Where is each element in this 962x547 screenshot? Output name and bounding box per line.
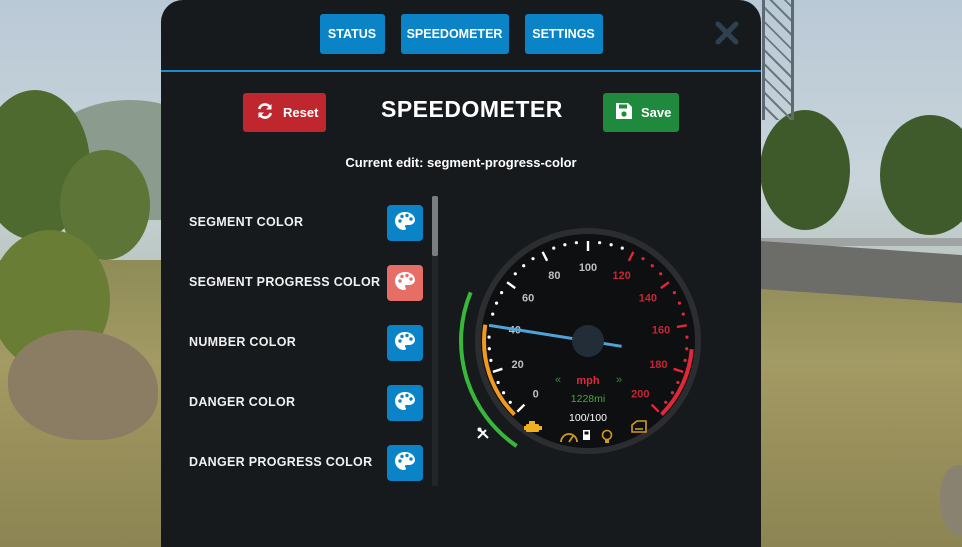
minor-tick (574, 241, 578, 245)
tools-icon (477, 427, 489, 439)
tab-settings[interactable]: SETTINGS (524, 14, 603, 54)
setting-row-danger-color: DANGER COLOR (189, 385, 429, 421)
close-icon[interactable] (714, 20, 740, 46)
minor-tick (489, 358, 493, 362)
scale-number: 200 (631, 388, 649, 400)
minor-tick (681, 312, 685, 316)
minor-tick (677, 301, 682, 305)
current-edit-text: Current edit: segment-progress-color (345, 155, 577, 170)
minor-tick (522, 264, 526, 268)
reset-label: Reset (283, 105, 319, 120)
minor-tick (531, 257, 535, 261)
minor-tick (496, 380, 500, 385)
scale-number: 120 (612, 270, 630, 282)
tab-status[interactable]: STATUS (319, 14, 385, 54)
palette-button[interactable] (387, 325, 423, 361)
minor-tick (650, 264, 654, 268)
scale-number: 180 (649, 359, 667, 371)
minor-tick (659, 272, 663, 276)
minor-tick (501, 391, 506, 395)
refresh-icon (255, 101, 275, 124)
scale-number: 140 (639, 293, 657, 305)
minor-tick (683, 358, 687, 362)
minor-tick (620, 246, 624, 250)
scale-number: 0 (533, 388, 539, 400)
minor-tick (685, 347, 689, 351)
setting-row-number-color: NUMBER COLOR (189, 325, 429, 361)
minor-tick (685, 335, 689, 339)
right-arrows: » (616, 374, 622, 386)
reset-button[interactable]: Reset (243, 93, 326, 132)
minor-tick (609, 243, 613, 247)
minor-tick (500, 291, 504, 295)
minor-tick (513, 272, 517, 276)
minor-tick (491, 312, 495, 316)
palette-icon (394, 331, 416, 355)
speedometer-settings-panel: STATUS SPEEDOMETER SETTINGS Reset SPEEDO… (161, 0, 761, 547)
header-divider (161, 70, 761, 72)
speedometer-preview: 020406080100120140160180200 « » mph 1228… (459, 228, 701, 454)
minor-tick (552, 246, 556, 250)
floppy-disk-icon (615, 102, 633, 123)
setting-label: DANGER COLOR (189, 395, 296, 409)
palette-icon (394, 271, 416, 295)
save-label: Save (641, 105, 672, 120)
setting-label: SEGMENT PROGRESS COLOR (189, 275, 381, 289)
tree (760, 110, 850, 230)
scrollbar-thumb[interactable] (432, 196, 438, 256)
left-arrows: « (555, 374, 561, 386)
speed-unit: mph (576, 375, 600, 387)
scale-number: 60 (522, 293, 534, 305)
scale-number: 160 (652, 324, 670, 336)
setting-label: NUMBER COLOR (189, 335, 297, 349)
minor-tick (641, 257, 645, 261)
palette-icon (394, 391, 416, 415)
scale-number: 20 (511, 359, 523, 371)
minor-tick (672, 291, 676, 295)
minor-tick (664, 400, 668, 404)
setting-row-segment-color: SEGMENT COLOR (189, 205, 429, 241)
palette-icon (394, 211, 416, 235)
minor-tick (598, 241, 602, 245)
page-title: SPEEDOMETER (381, 96, 563, 122)
fuel-pump-icon (583, 430, 590, 440)
minor-tick (487, 335, 491, 339)
scale-number: 80 (548, 270, 560, 282)
palette-icon (394, 451, 416, 475)
fuel-text: 100/100 (569, 412, 607, 424)
odometer-text: 1228mi (571, 393, 605, 405)
save-button[interactable]: Save (603, 93, 679, 132)
palette-button[interactable] (387, 445, 423, 481)
major-tick (676, 324, 687, 329)
setting-row-segment-progress-color: SEGMENT PROGRESS COLOR (189, 265, 429, 301)
setting-row-danger-progress-color: DANGER PROGRESS COLOR (189, 445, 429, 481)
needle-hub (572, 325, 604, 357)
minor-tick (487, 347, 491, 351)
tab-speedometer[interactable]: SPEEDOMETER (400, 14, 509, 54)
minor-tick (670, 391, 675, 395)
setting-label: DANGER PROGRESS COLOR (189, 455, 373, 469)
scale-number: 100 (579, 262, 597, 274)
palette-button[interactable] (387, 385, 423, 421)
palette-button[interactable] (387, 265, 423, 301)
minor-tick (563, 243, 567, 247)
setting-label: SEGMENT COLOR (189, 215, 304, 229)
minor-tick (508, 400, 512, 404)
color-settings-list: SEGMENT COLOR SEGMENT PROGRESS COLOR NUM… (189, 195, 429, 485)
tab-bar: STATUS SPEEDOMETER SETTINGS (161, 14, 761, 54)
minor-tick (494, 301, 499, 305)
palette-button[interactable] (387, 205, 423, 241)
minor-tick (676, 380, 680, 385)
radio-tower (762, 0, 794, 120)
